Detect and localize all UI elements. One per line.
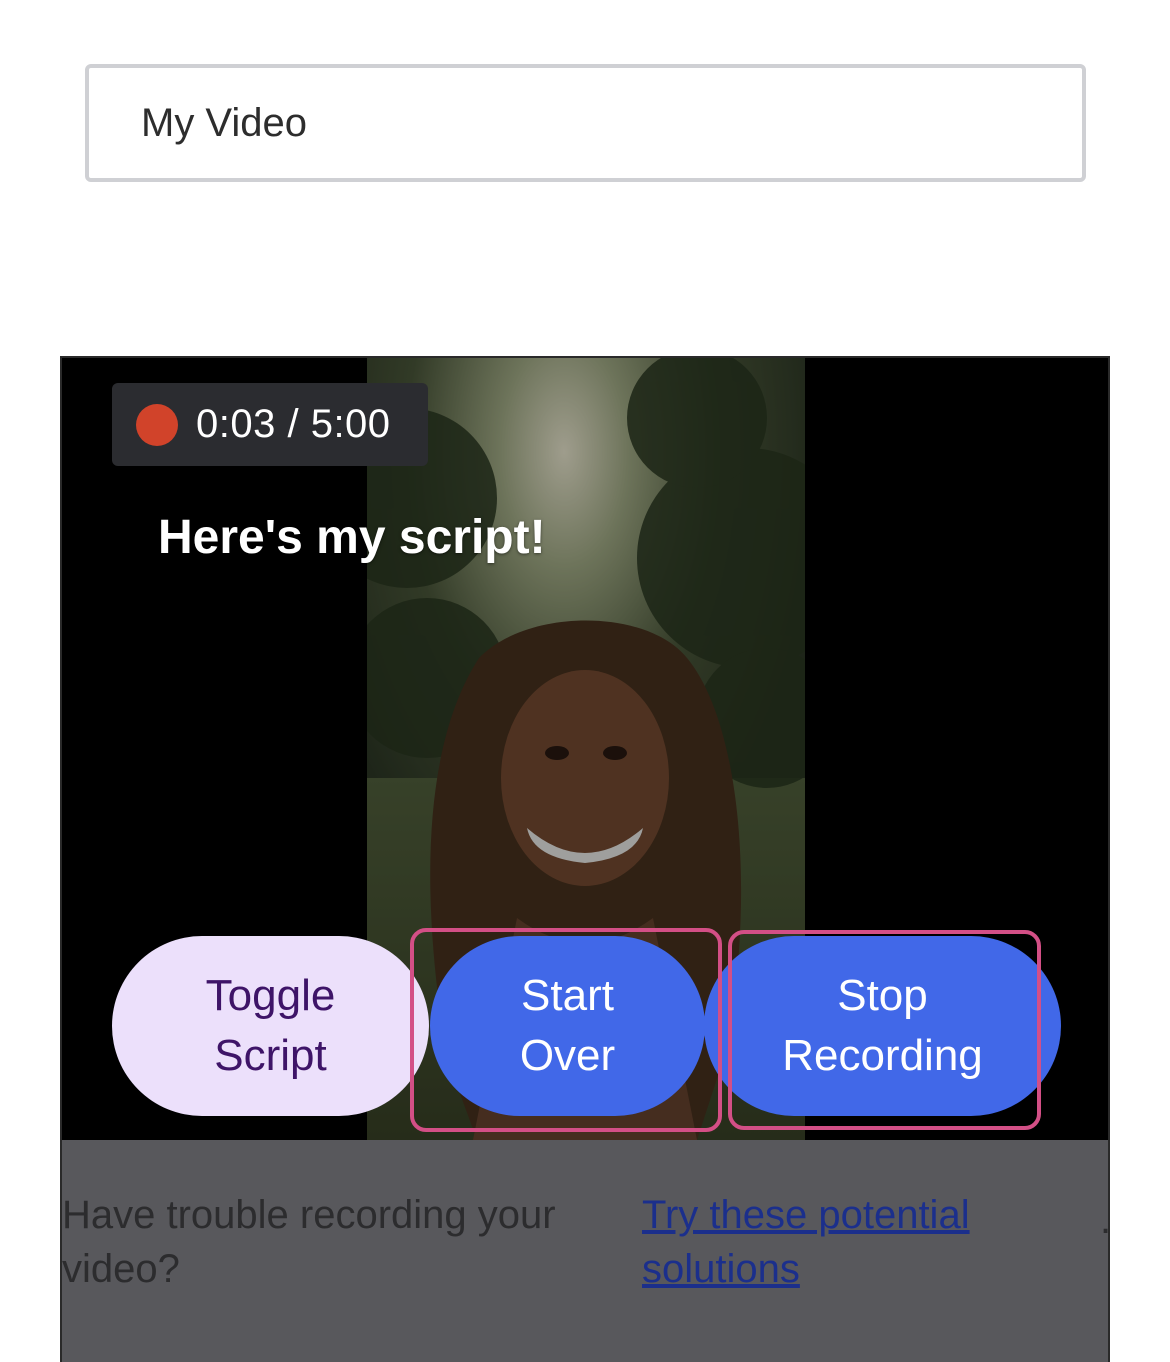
record-indicator-icon	[136, 403, 178, 446]
toggle-script-button[interactable]: Toggle Script	[112, 936, 429, 1116]
start-over-label: Start Over	[519, 971, 616, 1080]
video-recorder-page: 0:03 / 5:00 Here's my script! Toggle Scr…	[0, 0, 1170, 1362]
script-overlay-text: Here's my script!	[158, 511, 546, 564]
potential-solutions-link[interactable]: Try these potential solutions	[642, 1188, 1042, 1296]
video-preview: 0:03 / 5:00 Here's my script! Toggle Scr…	[62, 358, 1108, 1140]
timer-text: 0:03 / 5:00	[196, 402, 391, 446]
recording-timer: 0:03 / 5:00	[112, 383, 428, 466]
trouble-text: Have trouble recording your video?	[62, 1193, 556, 1291]
stop-recording-button[interactable]: Stop Recording	[704, 936, 1061, 1116]
recorder-panel: 0:03 / 5:00 Here's my script! Toggle Scr…	[60, 356, 1110, 1362]
toggle-script-label: Toggle Script	[205, 971, 336, 1080]
video-title-input[interactable]	[85, 64, 1086, 182]
start-over-button[interactable]: Start Over	[430, 936, 705, 1116]
stop-recording-label: Stop Recording	[782, 971, 983, 1080]
trailing-period: .	[1100, 1200, 1108, 1240]
